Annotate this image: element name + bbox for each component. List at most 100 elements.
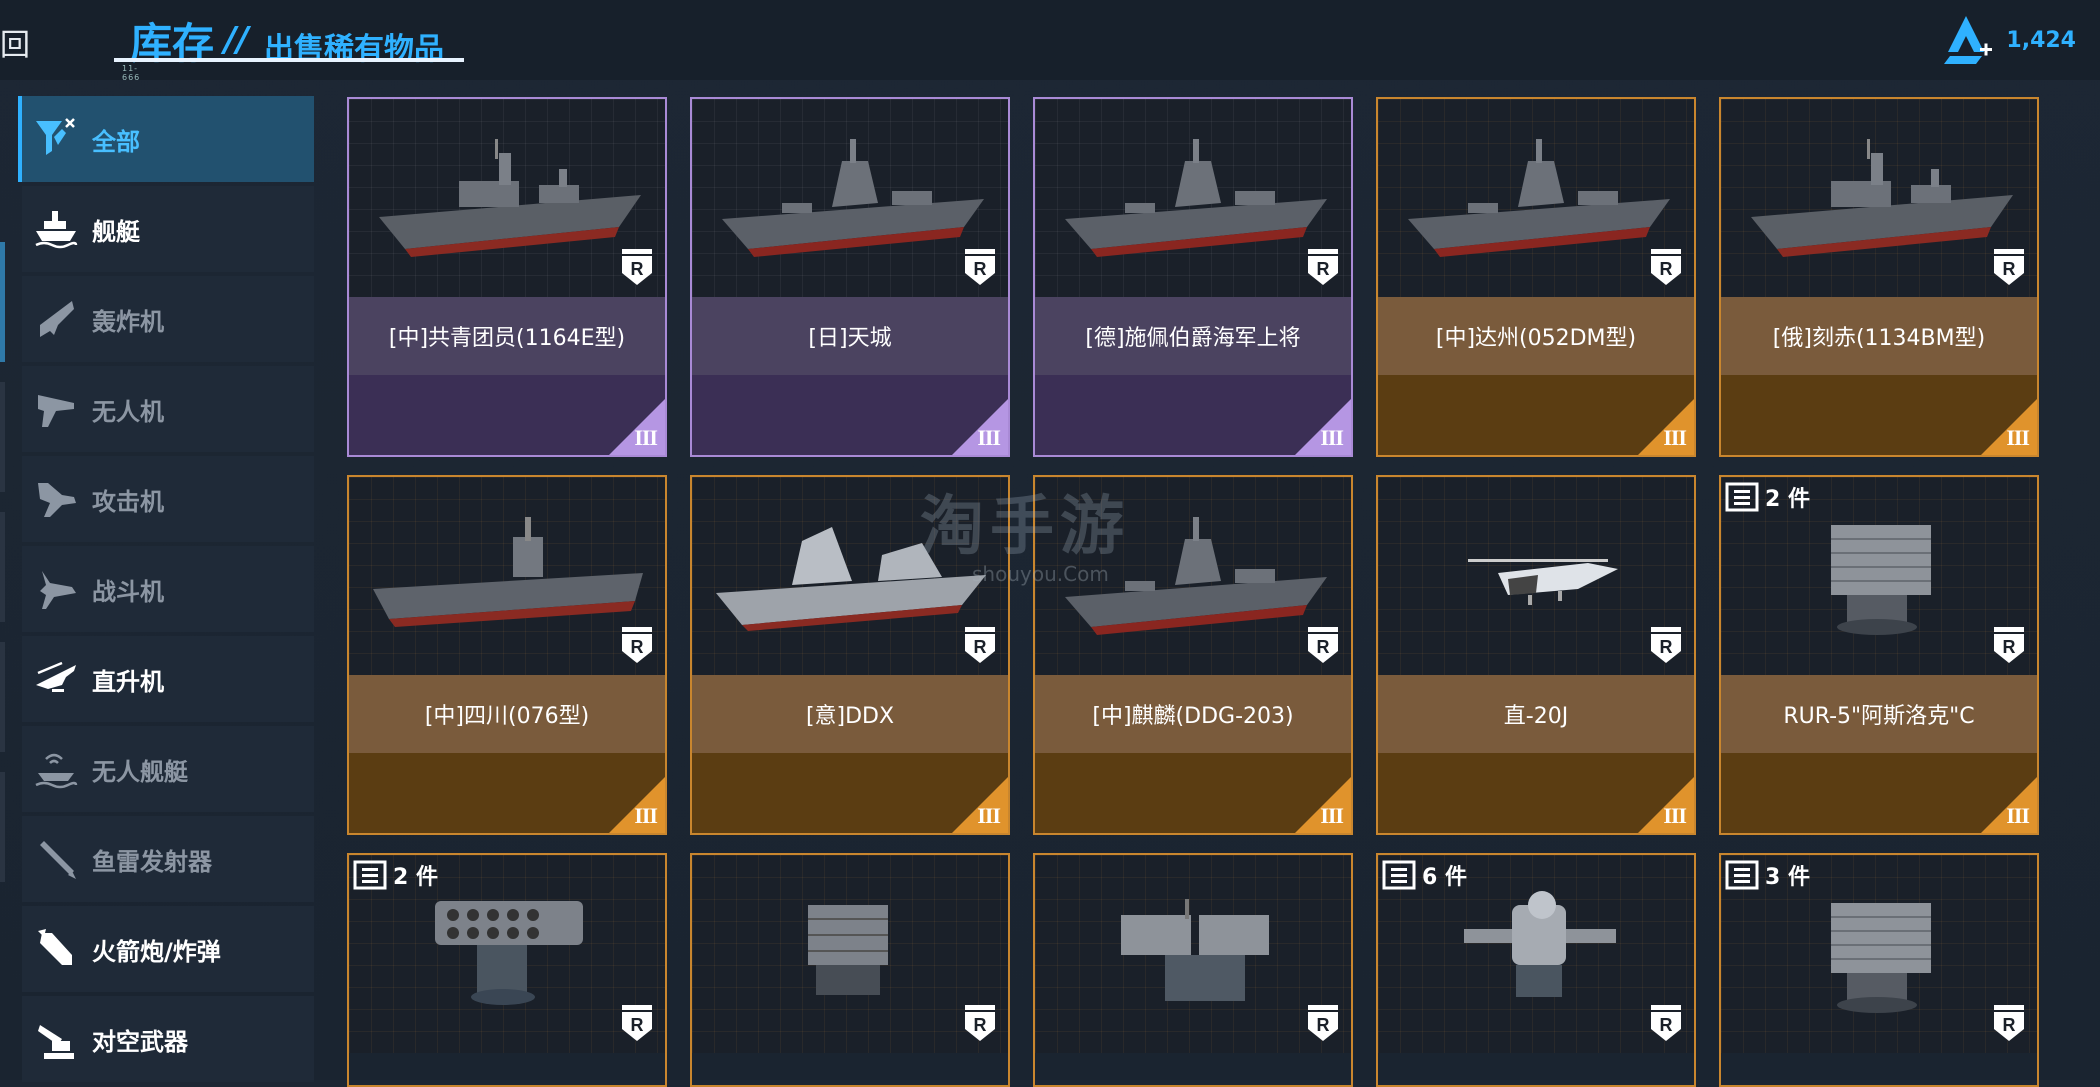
- stack-icon: [353, 860, 387, 890]
- rarity-shield-icon: R: [965, 249, 995, 285]
- item-footer: III: [1378, 375, 1694, 455]
- item-footer: III: [1721, 375, 2037, 455]
- all-filter-icon: [32, 115, 80, 163]
- rarity-badge-text: R: [631, 637, 644, 657]
- rarity-shield-icon: R: [622, 249, 652, 285]
- item-image: [1378, 99, 1694, 297]
- title-tiny-text: 11-666: [122, 64, 141, 82]
- sidebar-item-rockets-bombs[interactable]: 火箭炮/炸弹: [22, 906, 314, 992]
- item-card[interactable]: R [德]施佩伯爵海军上将 III: [1033, 97, 1353, 457]
- sidebar-item-torpedo-launchers[interactable]: 鱼雷发射器: [22, 816, 314, 902]
- rocket-bomb-icon: [32, 925, 80, 973]
- sidebar-item-label: 鱼雷发射器: [92, 847, 212, 876]
- rarity-shield-icon: R: [1651, 1005, 1681, 1041]
- stack-icon: [1725, 482, 1759, 512]
- sidebar-item-label: 无人舰艇: [92, 757, 188, 786]
- rarity-shield-icon: R: [622, 627, 652, 663]
- item-card[interactable]: R [意]DDX III: [690, 475, 1010, 835]
- item-card[interactable]: 2 件 R: [347, 853, 667, 1087]
- item-footer: III: [1378, 753, 1694, 833]
- item-footer: III: [1721, 753, 2037, 833]
- tier-label: III: [1320, 425, 1344, 450]
- rarity-shield-icon: R: [1994, 249, 2024, 285]
- item-image: [1035, 99, 1351, 297]
- quantity-indicator: 6 件: [1382, 859, 1467, 891]
- item-card[interactable]: R: [690, 853, 1010, 1087]
- unmanned-boat-icon: [32, 745, 80, 793]
- item-footer: III: [1035, 375, 1351, 455]
- fighter-icon: [32, 565, 80, 613]
- item-card[interactable]: R [中]四川(076型) III: [347, 475, 667, 835]
- sidebar-item-fighters[interactable]: 战斗机: [22, 546, 314, 632]
- sidebar-item-label: 战斗机: [92, 577, 164, 606]
- rarity-shield-icon: R: [965, 627, 995, 663]
- item-name: 直-20J: [1378, 675, 1694, 753]
- item-footer: III: [349, 375, 665, 455]
- item-card[interactable]: R [日]天城 III: [690, 97, 1010, 457]
- item-name: [意]DDX: [692, 675, 1008, 753]
- anti-air-icon: [32, 1015, 80, 1063]
- item-card[interactable]: R [中]麒麟(DDG-203) III: [1033, 475, 1353, 835]
- sidebar-item-label: 对空武器: [92, 1027, 188, 1056]
- item-card[interactable]: R 直-20J III: [1376, 475, 1696, 835]
- tier-label: III: [1663, 803, 1687, 828]
- currency-display[interactable]: 1,424: [1940, 12, 2076, 68]
- credit-icon: [1944, 16, 1993, 64]
- currency-value: 1,424: [2006, 27, 2076, 53]
- sidebar-item-helicopters[interactable]: 直升机: [22, 636, 314, 722]
- top-bar: 回 库存 // 出售稀有物品 11-666 1,424: [0, 0, 2100, 82]
- tier-label: III: [1663, 425, 1687, 450]
- sidebar-item-attack-aircraft[interactable]: 攻击机: [22, 456, 314, 542]
- sidebar-item-label: 舰艇: [92, 217, 140, 246]
- tier-label: III: [1320, 803, 1344, 828]
- item-image: [349, 99, 665, 297]
- item-name: RUR-5"阿斯洛克"C: [1721, 675, 2037, 753]
- item-card[interactable]: R: [1033, 853, 1353, 1087]
- tier-label: III: [977, 425, 1001, 450]
- category-sidebar: 全部 舰艇 轰炸机 无人机 攻击机 战斗机 直升机 无人舰艇 鱼雷发射器 火箭炮…: [18, 96, 314, 1086]
- rarity-shield-icon: R: [1308, 249, 1338, 285]
- item-card[interactable]: 6 件 R: [1376, 853, 1696, 1087]
- item-name: [中]麒麟(DDG-203): [1035, 675, 1351, 753]
- item-name: [日]天城: [692, 297, 1008, 375]
- ship-icon: [32, 205, 80, 253]
- tier-label: III: [634, 425, 658, 450]
- rarity-shield-icon: R: [1308, 627, 1338, 663]
- tier-label: III: [634, 803, 658, 828]
- sidebar-item-anti-air[interactable]: 对空武器: [22, 996, 314, 1082]
- sidebar-item-label: 攻击机: [92, 487, 164, 516]
- rarity-badge-text: R: [631, 1015, 644, 1035]
- sidebar-item-label: 全部: [92, 127, 140, 156]
- rarity-badge-text: R: [1317, 637, 1330, 657]
- inventory-grid: R [中]共青团员(1164E型) III R [日]天城 III R [德]施佩伯爵海军上将…: [347, 97, 2043, 1087]
- rarity-shield-icon: R: [1651, 249, 1681, 285]
- left-edge-strip: [0, 92, 6, 1082]
- back-button[interactable]: 回: [0, 20, 30, 64]
- title-separator: //: [224, 20, 249, 60]
- rarity-shield-icon: R: [1308, 1005, 1338, 1041]
- sidebar-item-all[interactable]: 全部: [18, 96, 314, 182]
- item-image: [692, 477, 1008, 675]
- sidebar-item-label: 直升机: [92, 667, 164, 696]
- sidebar-item-label: 无人机: [92, 397, 164, 426]
- item-footer: III: [692, 753, 1008, 833]
- sidebar-item-ships[interactable]: 舰艇: [22, 186, 314, 272]
- rarity-badge-text: R: [974, 637, 987, 657]
- rarity-badge-text: R: [2003, 259, 2016, 279]
- item-card[interactable]: R [中]共青团员(1164E型) III: [347, 97, 667, 457]
- item-card[interactable]: R [俄]刻赤(1134BM型) III: [1719, 97, 2039, 457]
- item-card[interactable]: 3 件 R: [1719, 853, 2039, 1087]
- sidebar-item-unmanned-boats[interactable]: 无人舰艇: [22, 726, 314, 812]
- item-card[interactable]: 2 件 R RUR-5"阿斯洛克"C III: [1719, 475, 2039, 835]
- rarity-badge-text: R: [974, 259, 987, 279]
- item-card[interactable]: R [中]达州(052DM型) III: [1376, 97, 1696, 457]
- rarity-badge-text: R: [1660, 259, 1673, 279]
- item-image: [692, 855, 1008, 1053]
- quantity-indicator: 3 件: [1725, 859, 1810, 891]
- sidebar-item-drones[interactable]: 无人机: [22, 366, 314, 452]
- sidebar-item-bombers[interactable]: 轰炸机: [22, 276, 314, 362]
- sidebar-item-label: 火箭炮/炸弹: [92, 937, 221, 966]
- torpedo-launcher-icon: [32, 835, 80, 883]
- item-footer: III: [1035, 753, 1351, 833]
- item-image: [1721, 99, 2037, 297]
